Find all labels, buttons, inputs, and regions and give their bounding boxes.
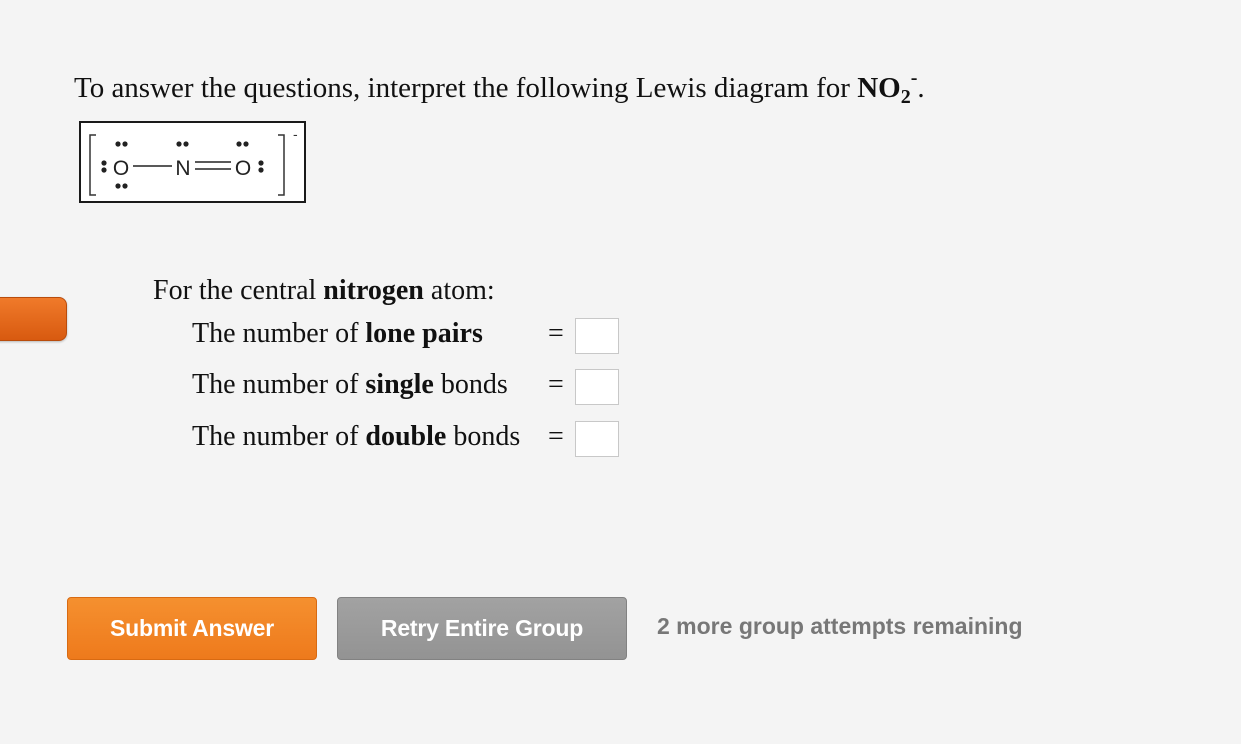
row-label-end: bonds xyxy=(446,421,521,452)
heading-text: For the central xyxy=(153,275,324,306)
side-panel-tab[interactable] xyxy=(0,297,67,341)
heading-bold: nitrogen xyxy=(323,275,424,306)
lewis-diagram: - O N O xyxy=(79,121,306,203)
double-bonds-input[interactable] xyxy=(575,421,619,457)
double-bond xyxy=(195,161,231,170)
lone-pair-nitrogen xyxy=(176,141,189,147)
single-bonds-row: The number of single bonds = xyxy=(192,369,619,405)
row-label-bold: single xyxy=(365,369,434,400)
row-label: The number of xyxy=(192,318,366,349)
question-heading: For the central nitrogen atom: xyxy=(153,275,495,307)
equals-sign: = xyxy=(548,318,564,349)
row-label-end: bonds xyxy=(433,369,508,400)
row-label-bold: double xyxy=(365,421,447,452)
retry-entire-group-button[interactable]: Retry Entire Group xyxy=(337,597,627,660)
formula: NO2- xyxy=(857,68,917,107)
row-label-bold: lone pairs xyxy=(365,318,483,349)
double-bonds-row: The number of double bonds = xyxy=(192,421,619,457)
question-intro: To answer the questions, interpret the f… xyxy=(74,68,925,107)
lone-pairs-input[interactable] xyxy=(575,318,619,354)
submit-answer-button[interactable]: Submit Answer xyxy=(67,597,317,660)
lewis-structure-drawing: - O N O xyxy=(89,126,298,196)
intro-end: . xyxy=(917,72,925,104)
attempts-remaining-text: 2 more group attempts remaining xyxy=(657,613,1023,639)
single-bonds-input[interactable] xyxy=(575,369,619,405)
lone-pairs-row: The number of lone pairs = xyxy=(192,318,619,354)
formula-subscript: 2 xyxy=(900,86,911,108)
equals-sign: = xyxy=(548,369,564,400)
left-bracket xyxy=(89,134,96,196)
right-bracket xyxy=(278,134,285,196)
atom-oxygen-right: O xyxy=(235,157,251,180)
atom-nitrogen: N xyxy=(175,157,190,180)
row-label: The number of xyxy=(192,421,366,452)
equals-sign: = xyxy=(548,421,564,452)
bracket-charge: - xyxy=(293,126,298,142)
row-label: The number of xyxy=(192,369,366,400)
formula-main: NO xyxy=(857,72,901,104)
intro-text: To answer the questions, interpret the f… xyxy=(74,72,858,104)
heading-end: atom: xyxy=(423,275,495,306)
atom-oxygen-left: O xyxy=(113,157,129,180)
